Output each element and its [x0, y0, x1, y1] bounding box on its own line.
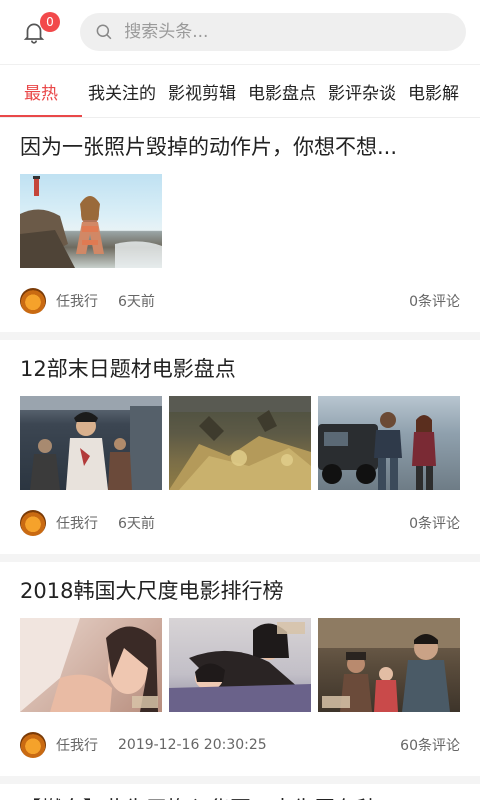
article-thumbnail[interactable] — [169, 396, 311, 490]
article-thumbnail[interactable] — [318, 396, 460, 490]
article-thumbnail[interactable] — [20, 618, 162, 712]
search-icon — [96, 24, 112, 40]
comment-count[interactable]: 0条评论 — [409, 291, 460, 311]
publish-time: 6天前 — [118, 516, 155, 532]
author-avatar[interactable] — [20, 732, 46, 758]
notification-button[interactable]: 0 — [14, 12, 60, 52]
article-card[interactable]: 因为一张照片毁掉的动作片，你想不想... 任我行 6天前 0条评论 — [0, 118, 480, 340]
article-meta: 任我行 6天前 0条评论 — [20, 492, 460, 554]
notification-badge: 0 — [40, 12, 60, 32]
article-title[interactable]: 2018韩国大尺度电影排行榜 — [20, 562, 460, 618]
tab-movie-roundup[interactable]: 电影盘点 — [242, 65, 322, 117]
search-bar[interactable] — [80, 13, 466, 51]
tab-hottest[interactable]: 最热 — [0, 65, 82, 117]
category-tabs: 最热 我关注的 影视剪辑 电影盘点 影评杂谈 电影解 — [0, 64, 480, 118]
app-header: 0 — [0, 0, 480, 64]
article-feed: 因为一张照片毁掉的动作片，你想不想... 任我行 6天前 0条评论 12部末日题… — [0, 118, 480, 800]
article-thumbnail[interactable] — [169, 618, 311, 712]
article-thumbnail[interactable] — [20, 174, 162, 268]
tab-movie-explained[interactable]: 电影解 — [402, 65, 465, 117]
publish-time: 2019-12-16 20:30:25 — [118, 737, 267, 753]
comment-count[interactable]: 0条评论 — [409, 513, 460, 533]
publish-time: 6天前 — [118, 294, 155, 310]
tab-film-clips[interactable]: 影视剪辑 — [162, 65, 242, 117]
article-images — [20, 396, 460, 492]
article-images — [20, 174, 460, 270]
comment-count[interactable]: 60条评论 — [400, 735, 460, 755]
author-name[interactable]: 任我行 — [56, 513, 98, 533]
article-thumbnail[interactable] — [318, 618, 460, 712]
article-card[interactable]: 2018韩国大尺度电影排行榜 任我行 2019-12-16 20:30:25 6… — [0, 562, 480, 784]
author-name[interactable]: 任我行 — [56, 735, 98, 755]
author-avatar[interactable] — [20, 288, 46, 314]
article-title[interactable]: 12部末日题材电影盘点 — [20, 340, 460, 396]
tab-following[interactable]: 我关注的 — [82, 65, 162, 117]
tab-reviews[interactable]: 影评杂谈 — [322, 65, 402, 117]
article-title[interactable]: 因为一张照片毁掉的动作片，你想不想... — [20, 118, 460, 174]
author-name[interactable]: 任我行 — [56, 291, 98, 311]
article-images — [20, 618, 460, 714]
search-input[interactable] — [122, 21, 452, 43]
article-meta: 任我行 2019-12-16 20:30:25 60条评论 — [20, 714, 460, 776]
article-card[interactable]: 12部末日题材电影盘点 任我行 6天前 0条评论 — [0, 340, 480, 562]
article-thumbnail[interactable] — [20, 396, 162, 490]
article-title[interactable]: 【燃向】此生无悔入华夏，来生愿在种... — [0, 784, 480, 800]
article-meta: 任我行 6天前 0条评论 — [20, 270, 460, 332]
author-avatar[interactable] — [20, 510, 46, 536]
